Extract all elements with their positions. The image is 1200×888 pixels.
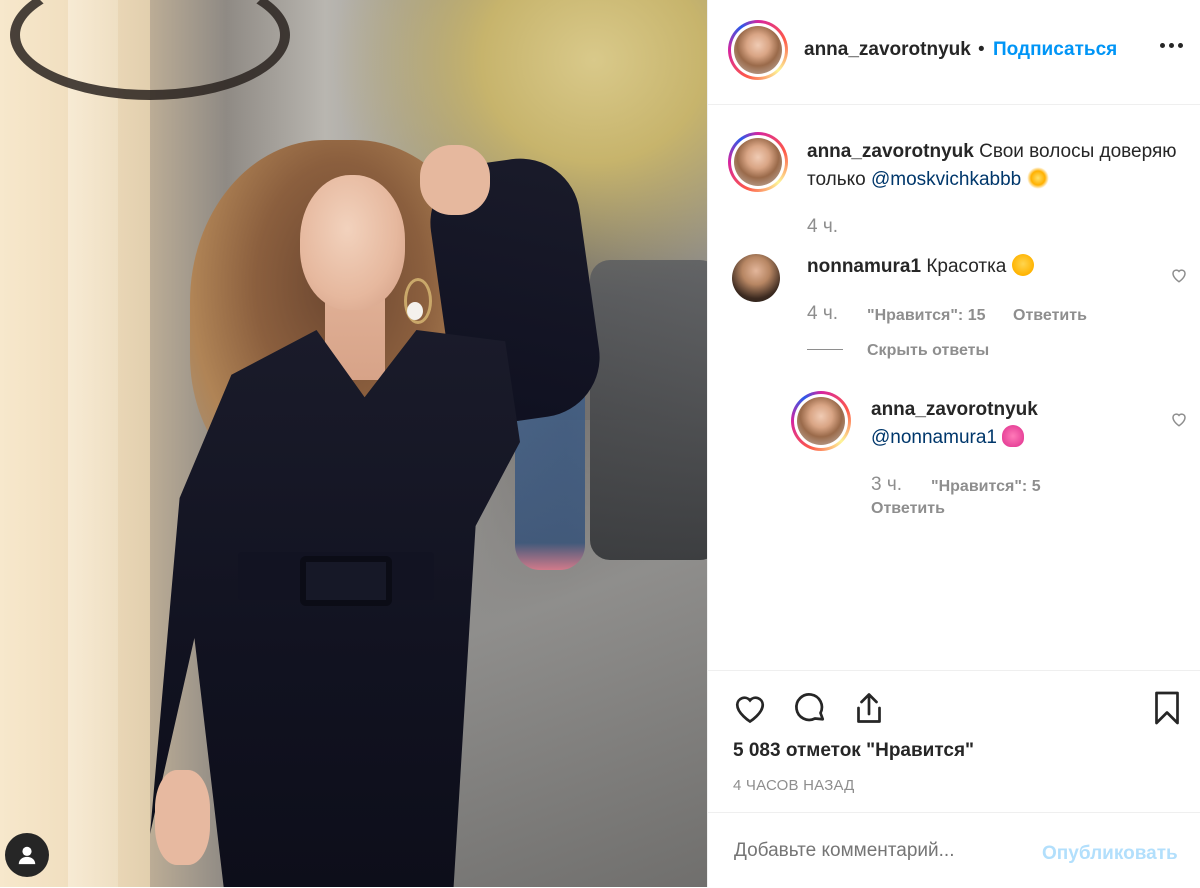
pink-heart-emoji <box>1002 425 1025 447</box>
more-icon <box>1160 43 1165 48</box>
sparkle-emoji <box>1026 167 1049 189</box>
comment-time[interactable]: 4 ч. <box>807 303 838 325</box>
like-comment-icon[interactable] <box>1170 266 1188 284</box>
replies-divider <box>807 349 843 350</box>
woman-lower-hand <box>155 770 210 865</box>
reply-reply-button[interactable]: Ответить <box>871 500 945 518</box>
belt-buckle <box>300 556 392 606</box>
woman-hand <box>420 145 490 215</box>
reply-avatar[interactable] <box>791 391 851 451</box>
comment-text: Красотка <box>926 256 1007 277</box>
comment-username[interactable]: nonnamura1 <box>807 256 921 277</box>
background-pillar <box>68 0 118 887</box>
comment-icon[interactable] <box>792 690 828 726</box>
caption-mention[interactable]: @moskvichkabbb <box>871 169 1021 190</box>
instagram-post: anna_zavorotnyuk • Подписаться anna_zavo… <box>0 0 1200 887</box>
comment-reply-button[interactable]: Ответить <box>1013 307 1087 325</box>
reply-likes[interactable]: "Нравится": 5 <box>931 478 1041 496</box>
post-time[interactable]: 4 ЧАСОВ НАЗАД <box>733 777 855 794</box>
heart-eyes-emoji <box>1011 254 1034 276</box>
follow-button[interactable]: Подписаться <box>993 39 1117 61</box>
post-header: anna_zavorotnyuk • Подписаться <box>708 0 1200 105</box>
profile-icon <box>18 846 36 865</box>
tagged-profile-button[interactable] <box>5 833 49 877</box>
reply-time[interactable]: 3 ч. <box>871 474 902 496</box>
caption-username[interactable]: anna_zavorotnyuk <box>807 141 974 162</box>
comment-input[interactable] <box>732 839 1036 863</box>
caption: anna_zavorotnyuk Свои волосы доверяю тол… <box>807 138 1187 194</box>
comment-avatar[interactable] <box>732 254 780 302</box>
background-car <box>590 260 707 560</box>
share-icon[interactable] <box>851 690 887 726</box>
side-panel: anna_zavorotnyuk • Подписаться anna_zavo… <box>707 0 1200 887</box>
post-actions: 5 083 отметок "Нравится" 4 ЧАСОВ НАЗАД <box>708 670 1200 813</box>
author-avatar[interactable] <box>728 20 788 80</box>
reply: anna_zavorotnyuk @nonnamura1 <box>871 396 1038 452</box>
author-username[interactable]: anna_zavorotnyuk <box>804 39 971 61</box>
heart-icon[interactable] <box>732 690 768 726</box>
more-options-button[interactable] <box>1160 43 1183 48</box>
post-photo[interactable] <box>0 0 707 887</box>
comment-composer: Опубликовать <box>708 812 1200 888</box>
reply-username[interactable]: anna_zavorotnyuk <box>871 396 1038 424</box>
publish-button[interactable]: Опубликовать <box>1042 843 1178 865</box>
woman-face <box>300 175 405 310</box>
like-reply-icon[interactable] <box>1170 410 1188 428</box>
bookmark-icon[interactable] <box>1149 690 1185 726</box>
reply-mention[interactable]: @nonnamura1 <box>871 427 997 448</box>
header-separator: • <box>978 39 985 60</box>
likes-count[interactable]: 5 083 отметок "Нравится" <box>733 740 974 762</box>
caption-avatar[interactable] <box>728 132 788 192</box>
pearl <box>407 302 423 320</box>
comment-likes[interactable]: "Нравится": 15 <box>867 307 986 325</box>
hide-replies-button[interactable]: Скрыть ответы <box>867 342 989 360</box>
comment: nonnamura1 Красотка <box>807 253 1034 281</box>
caption-time[interactable]: 4 ч. <box>807 216 838 238</box>
